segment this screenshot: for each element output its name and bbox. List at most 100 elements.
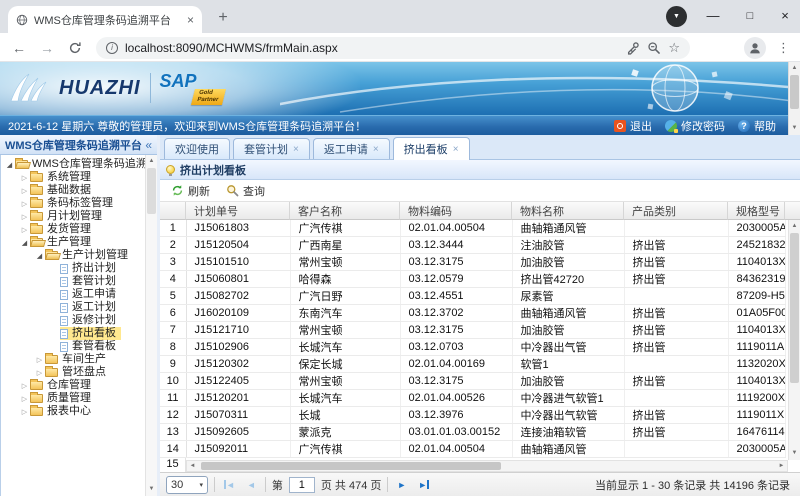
tree-node[interactable]: 生产管理 [1,236,145,249]
tree-node[interactable]: WMS仓库管理条码追溯系统 [1,158,145,171]
tree-expander-icon[interactable] [19,210,30,224]
tree-expander-icon[interactable] [19,236,30,250]
password-key-icon[interactable] [626,41,640,55]
sidebar-scrollbar[interactable]: ▲ ▼ [145,155,157,496]
tree-node[interactable]: 报表中心 [1,405,145,418]
tab-extrusion-board[interactable]: 挤出看板 × [393,137,470,160]
search-button[interactable]: 查询 [219,181,272,201]
refresh-button[interactable]: 刷新 [164,181,217,201]
tab-close-icon[interactable]: × [373,144,379,155]
table-row[interactable]: 7 J15121710 常州宝顿 03.12.3175 加油胶管 挤出管 110… [160,322,785,339]
column-header-spec[interactable]: 规格型号 [728,202,785,220]
tree-node[interactable]: 发货管理 [1,223,145,236]
download-indicator-icon[interactable]: ▼ [666,6,687,27]
column-header-category[interactable]: 产品类别 [624,202,728,220]
column-header-material-code[interactable]: 物料编码 [400,202,512,220]
page-number-input[interactable] [289,477,315,493]
scrollbar-thumb[interactable] [790,233,799,383]
first-page-button[interactable]: ◄ [221,479,238,491]
window-minimize-button[interactable]: — [700,4,726,28]
table-row[interactable]: 14 J15092011 广汽传祺 02.01.04.00504 曲轴箱通风管 … [160,441,785,458]
scroll-right-icon[interactable]: ► [776,461,787,471]
tree-expander-icon[interactable] [19,197,30,211]
top-frame-scrollbar[interactable]: ▲ ▼ [788,62,800,135]
tab-casing-plan[interactable]: 套管计划 × [233,138,310,159]
tab-rework-request[interactable]: 返工申请 × [313,138,390,159]
table-row[interactable]: 4 J15060801 哈得森 03.12.0579 挤出管42720 挤出管 … [160,271,785,288]
tree-node[interactable]: 生产计划管理 [1,249,145,262]
scrollbar-thumb[interactable] [790,75,799,109]
scroll-up-icon[interactable]: ▲ [146,156,157,167]
sidebar-collapse-icon[interactable]: « [145,138,152,152]
prev-page-button[interactable]: ◄ [244,479,259,491]
scroll-up-icon[interactable]: ▲ [789,221,800,232]
window-maximize-button[interactable]: □ [737,4,763,28]
profile-avatar[interactable] [744,37,766,59]
tree-node[interactable]: 管坯盘点 [1,366,145,379]
page-size-select[interactable]: 30 ▾ [166,476,208,494]
forward-icon[interactable]: → [36,38,58,58]
tree-expander-icon[interactable] [19,405,30,419]
table-row[interactable]: 8 J15102906 长城汽车 03.12.0703 中冷器出气管 挤出管 1… [160,339,785,356]
grid-horizontal-scrollbar[interactable]: ◄ ► [186,460,788,472]
tree-node[interactable]: 条码标签管理 [1,197,145,210]
site-info-icon[interactable]: i [106,42,118,54]
bookmark-star-icon[interactable]: ☆ [668,40,680,56]
scroll-up-icon[interactable]: ▲ [789,63,800,74]
table-row[interactable]: 10 J15122405 常州宝顿 03.12.3175 加油胶管 挤出管 11… [160,373,785,390]
table-row[interactable]: 11 J15120201 长城汽车 02.01.04.00526 中冷器进气软管… [160,390,785,407]
tree-expander-icon[interactable] [34,249,45,263]
tree-node[interactable]: 车间生产 [1,353,145,366]
logout-button[interactable]: 退出 [614,118,652,134]
table-row[interactable]: 3 J15101510 常州宝顿 03.12.3175 加油胶管 挤出管 110… [160,254,785,271]
tree-node[interactable]: 月计划管理 [1,210,145,223]
next-page-button[interactable]: ► [394,479,409,491]
tab-close-icon[interactable]: × [187,13,194,27]
table-row[interactable]: 9 J15120302 保定长城 02.01.04.00169 软管1 1132… [160,356,785,373]
tree-expander-icon[interactable] [19,392,30,406]
table-row[interactable]: 12 J15070311 长城 03.12.3976 中冷器出气软管 挤出管 1… [160,407,785,424]
tree-expander-icon[interactable] [34,353,45,367]
tree-node[interactable]: 系统管理 [1,171,145,184]
browser-menu-icon[interactable]: ⋮ [777,38,790,58]
tree-node[interactable]: 质量管理 [1,392,145,405]
tree-node[interactable]: 返工计划 [1,301,145,314]
tree-expander-icon[interactable] [19,379,30,393]
url-omnibox[interactable]: i localhost:8090/MCHWMS/frmMain.aspx ☆ [96,37,690,59]
tab-close-icon[interactable]: × [293,144,299,155]
table-row[interactable]: 1 J15061803 广汽传祺 02.01.04.00504 曲轴箱通风管 2… [160,220,785,237]
table-row[interactable]: 6 J16020109 东南汽车 03.12.3702 曲轴箱通风管 挤出管 0… [160,305,785,322]
tree-expander-icon[interactable] [19,184,30,198]
scroll-down-icon[interactable]: ▼ [789,448,800,459]
column-header-rownum[interactable] [160,202,186,220]
tree-expander-icon[interactable] [34,366,45,380]
scrollbar-thumb[interactable] [147,168,156,214]
back-icon[interactable]: ← [8,38,30,58]
column-header-customer[interactable]: 客户名称 [290,202,400,220]
tree-node[interactable]: 套管看板 [1,340,145,353]
tree-node[interactable]: 挤出计划 [1,262,145,275]
tree-expander-icon[interactable] [4,158,15,172]
url-text[interactable]: localhost:8090/MCHWMS/frmMain.aspx [125,41,619,55]
tree-node[interactable]: 基础数据 [1,184,145,197]
browser-tab[interactable]: WMS仓库管理条码追溯平台 × [8,6,202,33]
tree-expander-icon[interactable] [19,223,30,237]
zoom-magnifier-icon[interactable] [647,41,661,55]
tree-node[interactable]: 返修计划 [1,314,145,327]
last-page-button[interactable]: ► [415,479,432,491]
tree-node[interactable]: 挤出看板 [1,327,145,340]
tree-expander-icon[interactable] [19,171,30,185]
table-row[interactable]: 2 J15120504 广西南星 03.12.3444 注油胶管 挤出管 245… [160,237,785,254]
tab-close-icon[interactable]: × [453,144,459,155]
tree-node[interactable]: 套管计划 [1,275,145,288]
window-close-button[interactable]: × [772,4,798,28]
tree-node[interactable]: 仓库管理 [1,379,145,392]
grid-vertical-scrollbar[interactable]: ▲ ▼ [788,220,800,460]
new-tab-button[interactable]: + [210,5,236,31]
change-password-button[interactable]: 修改密码 [665,118,725,134]
column-header-plan-no[interactable]: 计划单号 [186,202,290,220]
reload-icon[interactable] [64,38,86,58]
scrollbar-thumb[interactable] [201,462,501,470]
tree-node[interactable]: 返工申请 [1,288,145,301]
scroll-down-icon[interactable]: ▼ [789,123,800,134]
